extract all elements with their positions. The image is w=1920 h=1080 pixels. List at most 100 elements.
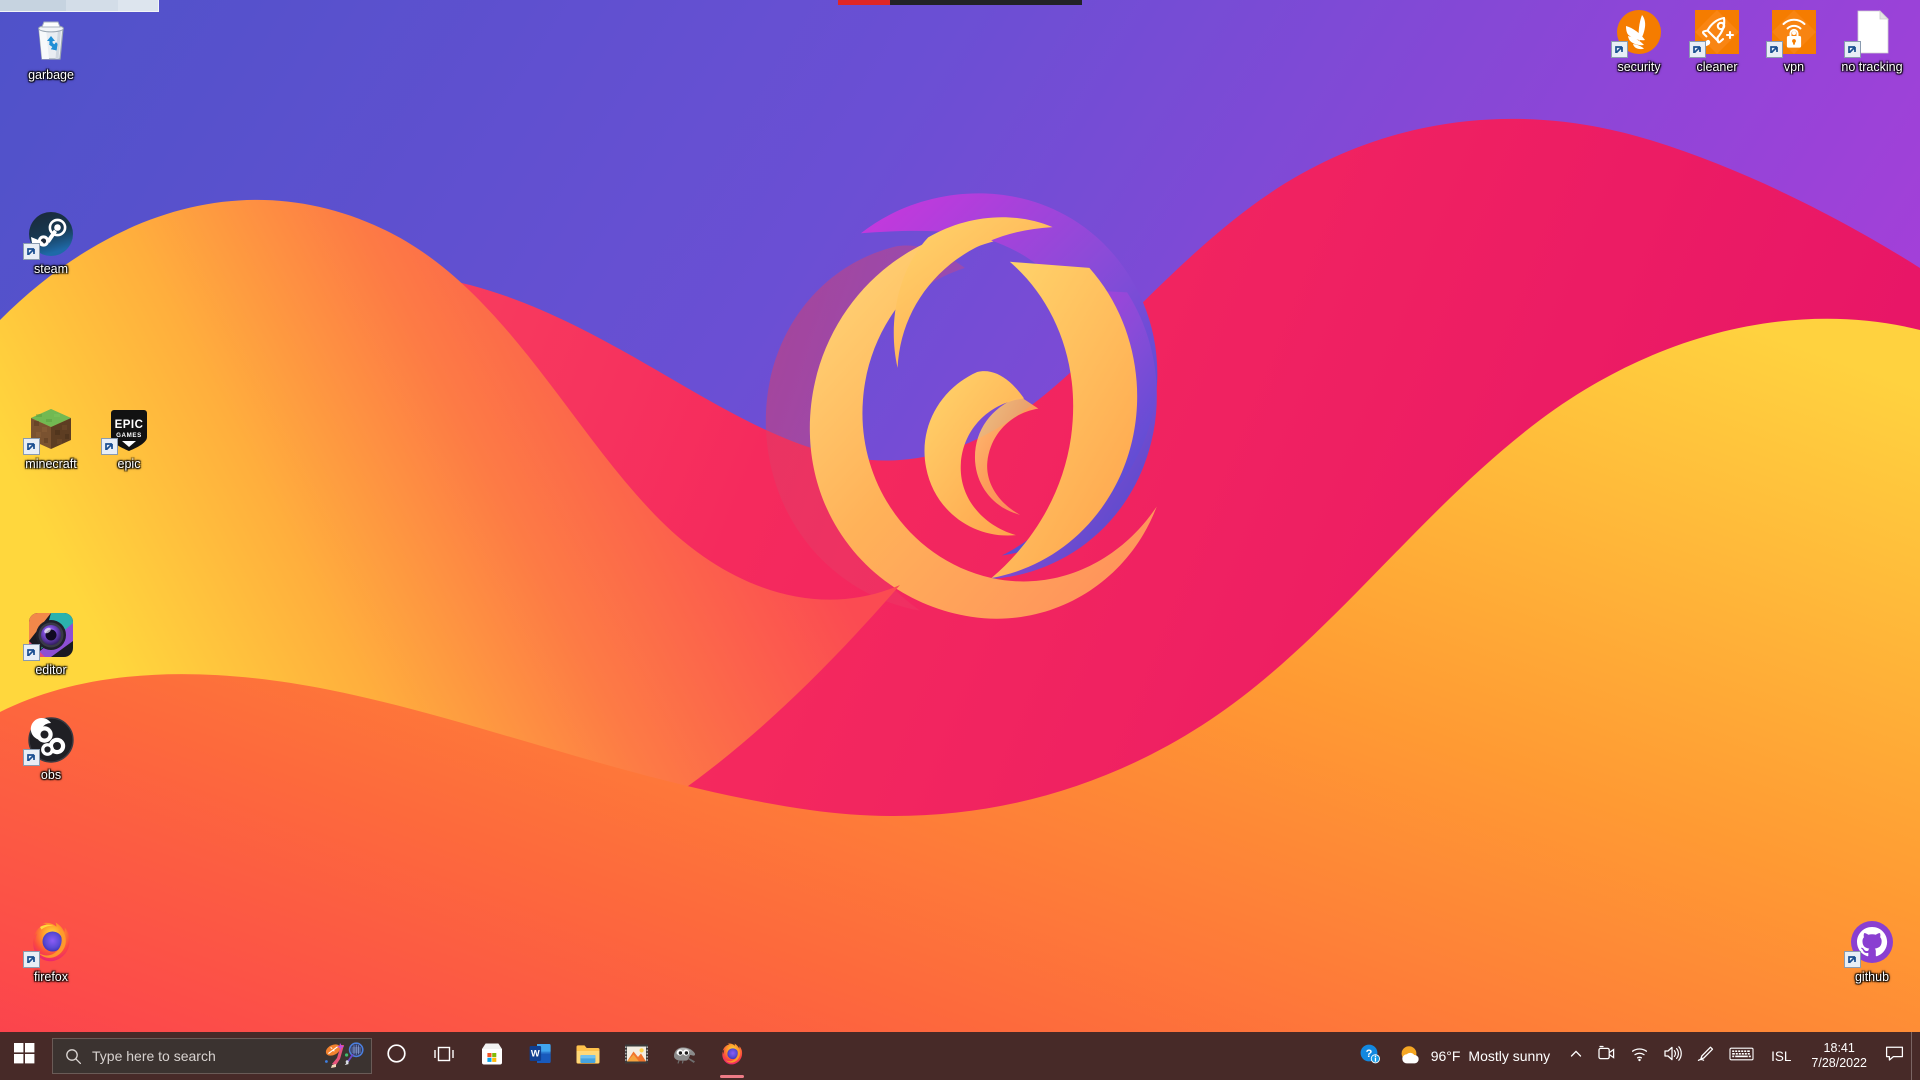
desktop-icon-steam[interactable]: steam (5, 210, 97, 276)
tray-action-center-button[interactable] (1877, 1032, 1911, 1080)
epic-games-icon: EPIC GAMES (101, 405, 153, 455)
desktop-icon-label: no tracking (1841, 60, 1903, 74)
photo-editor-icon (23, 611, 75, 661)
obs-studio-icon (23, 716, 75, 766)
sliver-segment (0, 0, 66, 11)
tray-language-indicator[interactable]: ISL (1761, 1032, 1801, 1080)
chevron-up-icon (1569, 1047, 1583, 1066)
desktop-icon-epic[interactable]: EPIC GAMES epic (83, 405, 175, 471)
minecraft-icon (23, 405, 75, 455)
tray-touch-keyboard-button[interactable] (1722, 1032, 1761, 1080)
svg-text:GAMES: GAMES (116, 432, 142, 439)
taskbar-button-file-explorer[interactable] (564, 1032, 612, 1080)
sun-cloud-icon (1398, 1044, 1423, 1069)
sliver-segment-red (838, 0, 890, 5)
tray-weather-condition: Mostly sunny (1468, 1048, 1551, 1064)
help-question-icon: ? (1359, 1043, 1381, 1070)
taskbar-button-gimp[interactable] (660, 1032, 708, 1080)
shortcut-arrow-icon (1611, 41, 1628, 58)
svg-text:W: W (530, 1048, 539, 1059)
desktop-wallpaper[interactable] (0, 0, 1920, 1080)
tray-volume-button[interactable] (1656, 1032, 1689, 1080)
taskbar-button-word[interactable]: W (516, 1032, 564, 1080)
desktop-icon-label: editor (35, 663, 67, 677)
cortana-circle-icon (386, 1043, 407, 1069)
shortcut-arrow-icon (1689, 41, 1706, 58)
desktop-icon-garbage[interactable]: garbage (5, 16, 97, 82)
desktop-icon-editor[interactable]: editor (5, 611, 97, 677)
sliver-segment (65, 0, 119, 11)
desktop-icon-label: obs (40, 768, 62, 782)
tray-clock-date: 7/28/2022 (1811, 1056, 1867, 1070)
document-icon (1844, 8, 1896, 58)
shortcut-arrow-icon (1766, 41, 1783, 58)
github-icon (1844, 918, 1896, 968)
start-button[interactable] (0, 1032, 48, 1080)
system-tray: ? 96°F Mostly sunny ISL 18:41 7/28/2022 (1352, 1032, 1920, 1080)
taskbar: Type here to search W ? 96°F Mostly sunn… (0, 1032, 1920, 1080)
search-input-placeholder: Type here to search (92, 1048, 216, 1064)
shortcut-arrow-icon (101, 438, 118, 455)
microsoft-store-icon (479, 1041, 505, 1072)
wallpaper-art (0, 0, 1920, 1080)
background-window-sliver-left[interactable] (0, 0, 159, 12)
sliver-segment (118, 0, 158, 11)
search-box[interactable]: Type here to search (52, 1038, 372, 1074)
taskbar-button-firefox[interactable] (708, 1032, 756, 1080)
desktop-icon-firefox[interactable]: firefox (5, 918, 97, 984)
shortcut-arrow-icon (23, 749, 40, 766)
tray-clock-time: 18:41 (1823, 1041, 1855, 1055)
sports-doodle-icon (321, 1039, 369, 1073)
tray-show-hidden-icons-button[interactable] (1562, 1032, 1590, 1080)
tray-weather-temperature: 96°F (1430, 1048, 1461, 1064)
desktop-icon-label: github (1854, 970, 1890, 984)
taskbar-button-store[interactable] (468, 1032, 516, 1080)
taskbar-button-photos[interactable] (612, 1032, 660, 1080)
vpn-icon (1766, 8, 1818, 58)
tray-weather-widget[interactable]: 96°F Mostly sunny (1388, 1032, 1562, 1080)
chat-bubble-icon (1885, 1045, 1904, 1067)
show-desktop-button[interactable] (1911, 1032, 1920, 1080)
file-explorer-icon (575, 1043, 601, 1070)
background-window-sliver-top[interactable] (838, 0, 1082, 5)
shortcut-arrow-icon (1844, 951, 1861, 968)
sliver-segment-dark (890, 0, 1082, 5)
word-icon: W (528, 1041, 553, 1071)
svg-text:EPIC: EPIC (115, 419, 144, 431)
tray-help-button[interactable]: ? (1352, 1032, 1388, 1080)
shortcut-arrow-icon (1844, 41, 1861, 58)
security-icon (1611, 8, 1663, 58)
wifi-icon (1630, 1046, 1649, 1067)
taskbar-button-task-view[interactable] (420, 1032, 468, 1080)
speaker-icon (1663, 1045, 1682, 1067)
shortcut-arrow-icon (23, 438, 40, 455)
desktop-icon-label: firefox (33, 970, 69, 984)
recycle-bin-icon (27, 16, 75, 64)
tray-pen-button[interactable] (1689, 1032, 1722, 1080)
pen-icon (1696, 1045, 1715, 1067)
meet-now-camera-icon (1597, 1045, 1616, 1067)
search-icon (65, 1048, 82, 1065)
steam-icon (23, 210, 75, 260)
gimp-icon (671, 1043, 698, 1070)
firefox-icon (23, 918, 75, 968)
taskbar-button-cortana[interactable] (372, 1032, 420, 1080)
firefox-icon (719, 1041, 745, 1072)
desktop-icon-github[interactable]: github (1826, 918, 1918, 984)
desktop-icon-label: epic (117, 457, 141, 471)
desktop-icon-no-tracking[interactable]: no tracking (1826, 8, 1918, 74)
photos-icon (624, 1043, 649, 1070)
cleaner-icon (1689, 8, 1741, 58)
desktop-icon-obs[interactable]: obs (5, 716, 97, 782)
task-view-icon (432, 1044, 456, 1069)
tray-network-button[interactable] (1623, 1032, 1656, 1080)
tray-clock[interactable]: 18:41 7/28/2022 (1801, 1032, 1877, 1080)
desktop-icon-label: steam (33, 262, 69, 276)
windows-logo-icon (13, 1043, 35, 1069)
shortcut-arrow-icon (23, 644, 40, 661)
shortcut-arrow-icon (23, 243, 40, 260)
shortcut-arrow-icon (23, 951, 40, 968)
tray-meet-now-button[interactable] (1590, 1032, 1623, 1080)
desktop-icon-label: garbage (28, 68, 74, 82)
keyboard-icon (1729, 1046, 1754, 1067)
